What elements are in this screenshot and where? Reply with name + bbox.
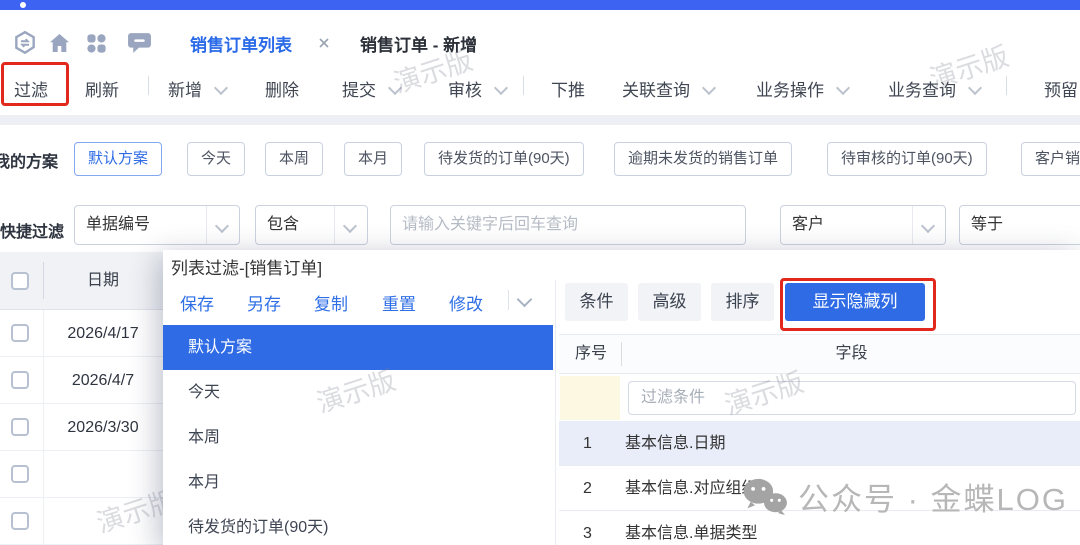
toolbar-divider <box>1006 76 1007 95</box>
chevron-down-icon <box>836 81 850 95</box>
seq-column-header: 序号 <box>575 335 607 373</box>
scheme-item-this-month[interactable]: 本月 <box>163 460 553 505</box>
scheme-chip-to-ship-90d[interactable]: 待发货的订单(90天) <box>424 142 584 176</box>
chevron-down-icon <box>968 81 982 95</box>
delete-button[interactable]: 删除 <box>265 76 299 101</box>
chevron-down-icon <box>334 206 367 244</box>
field-name: 基本信息.单据类型 <box>625 511 757 545</box>
keyword-search-input[interactable] <box>390 205 746 245</box>
field-column-header: 字段 <box>623 335 1080 373</box>
scheme-chip-customer-sales[interactable]: 客户销 <box>1021 142 1080 176</box>
scheme-chip-this-week[interactable]: 本周 <box>265 142 323 176</box>
tab-sort[interactable]: 排序 <box>711 283 774 321</box>
operator-select[interactable]: 包含 <box>255 205 368 245</box>
date-column-header: 日期 <box>43 252 163 310</box>
audit-button[interactable]: 审核 <box>448 76 506 101</box>
row-checkbox[interactable] <box>11 465 29 483</box>
scheme-chip-this-month[interactable]: 本月 <box>344 142 402 176</box>
reserve-button[interactable]: 预留 <box>1044 76 1078 101</box>
field-row[interactable]: 1 基本信息.日期 <box>559 421 1080 466</box>
field-row[interactable]: 3 基本信息.单据类型 <box>559 511 1080 545</box>
app-bar: 销售订单列表 销售订单 - 新增 <box>0 10 1080 55</box>
chevron-down-icon <box>214 81 228 95</box>
app-window: 销售订单列表 销售订单 - 新增 过滤 刷新 新增 删除 提交 审核 下推 关联… <box>0 0 1080 545</box>
field-row[interactable]: 2 基本信息.对应组织 <box>559 466 1080 511</box>
select-all-checkbox[interactable] <box>11 272 29 290</box>
tab-sales-order-list[interactable]: 销售订单列表 <box>190 31 292 56</box>
section-divider <box>0 115 1080 125</box>
quick-filter-label: 快捷过滤 <box>0 218 64 242</box>
tab-advanced[interactable]: 高级 <box>638 283 701 321</box>
filter-seq-cell[interactable] <box>560 376 620 420</box>
date-cell: 2026/3/30 <box>43 404 163 451</box>
chevron-down-icon[interactable] <box>517 292 533 308</box>
title-strip <box>0 0 1080 10</box>
toolbar-divider <box>523 76 524 95</box>
tab-condition[interactable]: 条件 <box>565 283 628 321</box>
tab-show-hide-columns[interactable]: 显示隐藏列 <box>785 283 925 321</box>
my-schemes-label: 我的方案 <box>0 148 58 172</box>
scheme-item-this-week[interactable]: 本周 <box>163 415 553 460</box>
scheme-item-default[interactable]: 默认方案 <box>163 325 553 370</box>
row-checkbox[interactable] <box>11 371 29 389</box>
customer-field-select[interactable]: 客户 <box>780 205 946 245</box>
reset-button[interactable]: 重置 <box>382 290 416 315</box>
related-query-button[interactable]: 关联查询 <box>622 76 714 101</box>
scheme-chip-default[interactable]: 默认方案 <box>74 142 162 176</box>
scheme-chip-today[interactable]: 今天 <box>187 142 245 176</box>
panel-divider <box>555 280 556 545</box>
filter-button[interactable]: 过滤 <box>14 76 48 101</box>
scheme-item-today[interactable]: 今天 <box>163 370 553 415</box>
chevron-down-icon <box>912 206 945 244</box>
date-cell <box>43 451 163 498</box>
toolbar-divider <box>148 76 149 95</box>
save-as-button[interactable]: 另存 <box>247 290 281 315</box>
refresh-button[interactable]: 刷新 <box>85 76 119 101</box>
field-name: 基本信息.日期 <box>625 421 725 466</box>
dialog-toolbar-divider <box>508 290 509 310</box>
date-cell: 2026/4/17 <box>43 310 163 357</box>
scheme-item-to-ship-90d[interactable]: 待发货的订单(90天) <box>163 505 553 545</box>
chevron-down-icon <box>388 81 402 95</box>
dialog-grid-filter-row <box>559 374 1080 421</box>
date-cell <box>43 498 163 545</box>
date-cell: 2026/4/7 <box>43 357 163 404</box>
business-query-button[interactable]: 业务查询 <box>888 76 980 101</box>
scheme-chip-overdue-unshipped[interactable]: 逾期未发货的销售订单 <box>614 142 792 176</box>
main-toolbar: 过滤 刷新 新增 删除 提交 审核 下推 关联查询 业务操作 业务查询 预留 <box>0 55 1080 115</box>
column-divider <box>621 342 622 366</box>
copy-button[interactable]: 复制 <box>314 290 348 315</box>
window-dot <box>20 2 26 8</box>
tab-close-icon[interactable] <box>318 36 330 54</box>
dialog-title: 列表过滤-[销售订单] <box>171 254 322 279</box>
dialog-grid-header: 序号 字段 <box>559 334 1080 374</box>
row-checkbox[interactable] <box>11 324 29 342</box>
field-select[interactable]: 单据编号 <box>74 205 240 245</box>
push-down-button[interactable]: 下推 <box>551 76 585 101</box>
grid-filter-input[interactable] <box>628 381 1076 415</box>
field-name: 基本信息.对应组织 <box>625 466 757 511</box>
submit-button[interactable]: 提交 <box>342 76 400 101</box>
row-checkbox[interactable] <box>11 418 29 436</box>
chevron-down-icon <box>494 81 508 95</box>
equals-operator-select[interactable]: 等于 <box>959 205 1080 245</box>
modify-button[interactable]: 修改 <box>449 290 483 315</box>
scheme-chip-to-audit-90d[interactable]: 待审核的订单(90天) <box>827 142 987 176</box>
chevron-down-icon <box>206 206 239 244</box>
business-operation-button[interactable]: 业务操作 <box>756 76 848 101</box>
row-checkbox[interactable] <box>11 512 29 530</box>
tab-sales-order-new[interactable]: 销售订单 - 新增 <box>360 31 477 56</box>
chevron-down-icon <box>702 81 716 95</box>
new-button[interactable]: 新增 <box>168 76 226 101</box>
save-button[interactable]: 保存 <box>180 290 214 315</box>
list-filter-dialog: 列表过滤-[销售订单] 保存 另存 复制 重置 修改 默认方案 今天 本周 本月… <box>163 250 1080 545</box>
